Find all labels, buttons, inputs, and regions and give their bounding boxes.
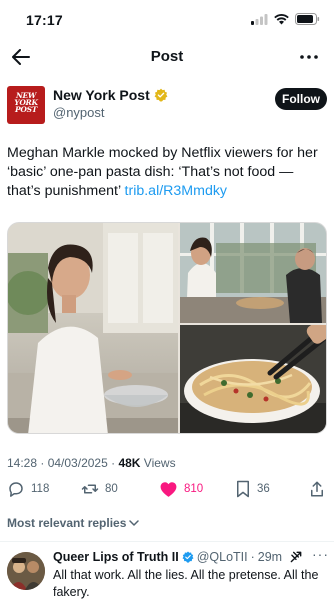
reply-count: 118: [31, 483, 50, 495]
bookmark-count: 36: [257, 483, 270, 495]
more-options-icon[interactable]: [298, 46, 320, 68]
chevron-down-icon: [129, 520, 140, 526]
post-date: 04/03/2025: [47, 456, 108, 470]
tweet-text: Meghan Markle mocked by Netflix viewers …: [7, 144, 329, 201]
views-label: Views: [143, 456, 176, 470]
status-bar: 17:17: [0, 0, 334, 40]
action-bar: 118 80 810 36: [7, 480, 327, 502]
kitchen-scene-image: [8, 223, 178, 433]
verified-badge-icon: [154, 88, 168, 102]
post-time: 14:28: [7, 456, 38, 470]
repost-count: 80: [105, 483, 118, 495]
reply-button[interactable]: 118: [7, 480, 49, 498]
replies-sort-label: Most relevant replies: [7, 516, 127, 530]
repost-button[interactable]: 80: [81, 480, 118, 498]
wifi-icon: [274, 13, 289, 24]
share-icon: [311, 481, 323, 497]
tweet-link[interactable]: trib.al/R3Mmdky: [125, 183, 228, 199]
page-title: Post: [150, 48, 184, 65]
share-button[interactable]: [309, 480, 325, 498]
logo-line: POST: [15, 105, 37, 114]
reply-icon: [9, 482, 23, 497]
reply-separator: ·: [250, 550, 255, 564]
reply-text: All that work. All the lies. All the pre…: [53, 568, 319, 599]
reply-author-name[interactable]: Queer Lips of Truth II: [53, 550, 179, 564]
media-grid[interactable]: [7, 222, 327, 434]
bookmark-icon: [237, 480, 249, 498]
author-handle[interactable]: @nypost: [53, 105, 105, 120]
reply-item[interactable]: Queer Lips of Truth II @QLoTII · 29m ···…: [7, 546, 329, 600]
reply-age: 29m: [257, 550, 283, 564]
reply-author-handle[interactable]: @QLoTII: [197, 550, 248, 564]
author-name: New York Post: [53, 87, 150, 103]
bookmark-button[interactable]: 36: [235, 480, 270, 498]
battery-icon: [295, 13, 320, 25]
author-avatar[interactable]: NEW YORK POST: [7, 86, 45, 124]
author-name-row[interactable]: New York Post: [53, 87, 168, 103]
nav-bar: Post: [0, 40, 334, 74]
pasta-pan-image: [180, 325, 326, 433]
divider: [0, 541, 334, 542]
media-photo-main[interactable]: [8, 223, 178, 433]
signal-icon: [251, 13, 268, 25]
follow-button[interactable]: Follow: [275, 88, 327, 110]
like-button[interactable]: 810: [159, 480, 203, 498]
media-photo-pasta[interactable]: [180, 325, 326, 433]
verified-badge-icon: [182, 551, 194, 563]
tweet-meta: 14:28 · 04/03/2025 · 48K Views: [7, 456, 176, 470]
views-count: 48K: [118, 456, 141, 470]
author-row: NEW YORK POST New York Post @nypost Foll…: [7, 86, 327, 126]
replies-sort-dropdown[interactable]: Most relevant replies: [7, 516, 140, 530]
reply-more-options-icon[interactable]: ···: [312, 546, 329, 562]
status-icons: [251, 13, 320, 25]
grok-icon[interactable]: [289, 550, 303, 564]
repost-icon: [81, 484, 99, 494]
status-time: 17:17: [26, 12, 63, 28]
reply-header: Queer Lips of Truth II @QLoTII · 29m: [53, 550, 303, 564]
reply-avatar[interactable]: [7, 552, 45, 590]
media-photo-garden[interactable]: [180, 223, 326, 323]
heart-filled-icon: [160, 482, 177, 497]
like-count: 810: [184, 483, 204, 495]
garden-scene-image: [180, 223, 326, 323]
